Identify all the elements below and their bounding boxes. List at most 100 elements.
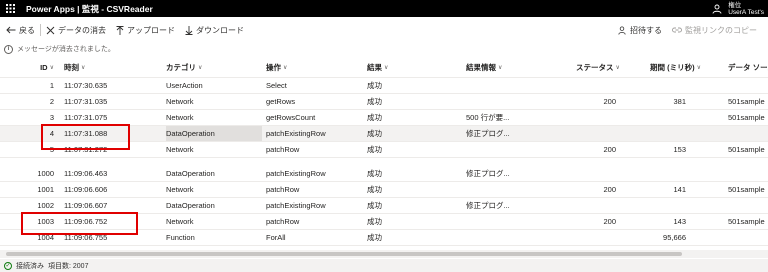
cell-data-source: 501sample bbox=[728, 185, 765, 194]
cell-category: Network bbox=[166, 217, 194, 226]
clear-data-label: データの消去 bbox=[58, 25, 106, 35]
user-role: 権位 bbox=[728, 1, 742, 9]
cell-result-info bbox=[466, 94, 560, 109]
cell-id: 1001 bbox=[37, 185, 54, 194]
cell-operation: Select bbox=[266, 81, 287, 90]
cell-operation: patchRow bbox=[266, 185, 300, 194]
invite-person-icon bbox=[618, 26, 626, 35]
connection-status: 接続済み bbox=[16, 262, 44, 270]
cell-result: 成功 bbox=[367, 169, 382, 178]
user-name: UserA Test's bbox=[728, 8, 764, 16]
upload-icon bbox=[116, 25, 124, 35]
close-icon bbox=[46, 26, 55, 34]
cell-operation: ForAll bbox=[266, 233, 286, 242]
cell-status: 200 bbox=[603, 185, 616, 194]
invite-button[interactable]: 招待する bbox=[613, 20, 667, 40]
link-icon bbox=[672, 27, 682, 33]
cell-duration: 141 bbox=[673, 185, 686, 194]
cell-operation: patchRow bbox=[266, 217, 300, 226]
cell-duration: 153 bbox=[673, 145, 686, 154]
cell-time: 11:09:06.463 bbox=[64, 169, 108, 178]
cell-data-source bbox=[728, 230, 768, 245]
horizontal-scrollbar[interactable] bbox=[0, 250, 768, 258]
cell-status: 200 bbox=[603, 97, 616, 106]
column-header-result[interactable]: 結果 ∨ bbox=[367, 58, 457, 77]
cell-status bbox=[560, 78, 616, 93]
chevron-down-icon: ∨ bbox=[615, 65, 620, 71]
cell-time: 11:09:06.606 bbox=[64, 185, 108, 194]
table-row[interactable]: 2 11:07:31.035 Network getRows 成功 200 38… bbox=[0, 94, 768, 110]
back-button[interactable]: 戻る bbox=[6, 20, 40, 40]
cell-duration: 143 bbox=[673, 217, 686, 226]
cell-result: 成功 bbox=[367, 185, 382, 194]
cell-status: 200 bbox=[603, 145, 616, 154]
column-header-result-info[interactable]: 結果情報 ∨ bbox=[466, 58, 560, 77]
column-header-category[interactable]: カテゴリ ∨ bbox=[166, 58, 262, 77]
cell-result-info bbox=[466, 182, 560, 197]
column-header-duration[interactable]: 期間 (ミリ秒) ∨ bbox=[650, 58, 720, 77]
scrollbar-thumb[interactable] bbox=[6, 252, 682, 256]
cell-status bbox=[560, 126, 616, 141]
cell-duration bbox=[620, 110, 686, 125]
chevron-down-icon: ∨ bbox=[81, 65, 86, 71]
cell-duration: 381 bbox=[673, 97, 686, 106]
cell-result: 成功 bbox=[367, 145, 382, 154]
column-header-id[interactable]: ID ∨ bbox=[20, 58, 54, 77]
cell-result-info: 500 行が要... bbox=[466, 113, 510, 122]
copy-link-button[interactable]: 監視リンクのコピー bbox=[667, 20, 762, 40]
invite-label: 招待する bbox=[630, 25, 662, 35]
cell-operation: patchRow bbox=[266, 145, 300, 154]
upload-button[interactable]: アップロード bbox=[111, 20, 180, 40]
chevron-down-icon: ∨ bbox=[198, 65, 203, 71]
column-header-status[interactable]: ステータス ∨ bbox=[576, 58, 626, 77]
chevron-down-icon: ∨ bbox=[696, 65, 701, 71]
cell-category: DataOperation bbox=[166, 201, 215, 210]
table-row[interactable]: 1000 11:09:06.463 DataOperation patchExi… bbox=[0, 166, 768, 182]
cell-category: DataOperation bbox=[166, 169, 215, 178]
cell-result-info bbox=[466, 142, 560, 157]
cell-operation: getRowsCount bbox=[266, 113, 316, 122]
cell-duration bbox=[620, 166, 686, 181]
column-header-time[interactable]: 時刻 ∨ bbox=[64, 58, 154, 77]
cell-category: UserAction bbox=[166, 81, 203, 90]
chevron-down-icon: ∨ bbox=[283, 65, 288, 71]
cell-result-info bbox=[466, 230, 560, 245]
cell-category: DataOperation bbox=[166, 126, 262, 141]
clear-data-button[interactable]: データの消去 bbox=[41, 20, 111, 40]
cell-operation: patchExistingRow bbox=[266, 201, 326, 210]
cell-operation: patchExistingRow bbox=[266, 129, 326, 138]
message-text: メッセージが消去されました。 bbox=[17, 46, 115, 53]
cell-operation: patchExistingRow bbox=[266, 169, 326, 178]
app-launcher-icon[interactable] bbox=[3, 0, 17, 17]
column-header-operation[interactable]: 操作 ∨ bbox=[266, 58, 364, 77]
download-label: ダウンロード bbox=[196, 25, 244, 35]
user-account[interactable]: 権位 UserA Test's bbox=[712, 0, 764, 17]
cell-data-source bbox=[728, 198, 768, 213]
cell-result-info bbox=[466, 78, 560, 93]
cell-duration: 95,666 bbox=[663, 233, 686, 242]
cell-duration bbox=[620, 198, 686, 213]
download-button[interactable]: ダウンロード bbox=[180, 20, 249, 40]
cell-data-source: 501sample bbox=[728, 113, 765, 122]
status-bar: ✓ 接続済み 項目数: 2007 bbox=[0, 259, 768, 272]
copy-link-label: 監視リンクのコピー bbox=[685, 25, 757, 35]
cell-category: Function bbox=[166, 233, 195, 242]
cell-status bbox=[560, 198, 616, 213]
row-gap bbox=[0, 158, 768, 166]
chevron-down-icon: ∨ bbox=[498, 65, 503, 71]
highlight-box bbox=[21, 212, 138, 235]
column-header-data-source[interactable]: データ ソース bbox=[728, 58, 768, 77]
cell-result: 成功 bbox=[367, 217, 382, 226]
back-label: 戻る bbox=[19, 25, 35, 35]
cell-data-source bbox=[728, 166, 768, 181]
table-row[interactable]: 1 11:07:30.635 UserAction Select 成功 bbox=[0, 78, 768, 94]
chevron-down-icon: ∨ bbox=[49, 65, 54, 71]
cell-time: 11:07:30.635 bbox=[64, 81, 108, 90]
table-row[interactable]: 1001 11:09:06.606 Network patchRow 成功 20… bbox=[0, 182, 768, 198]
cell-id: 2 bbox=[49, 97, 54, 106]
cell-result: 成功 bbox=[367, 201, 382, 210]
cell-category: Network bbox=[166, 185, 194, 194]
cell-data-source bbox=[728, 78, 768, 93]
info-icon: i bbox=[4, 44, 13, 54]
chevron-down-icon: ∨ bbox=[384, 65, 389, 71]
